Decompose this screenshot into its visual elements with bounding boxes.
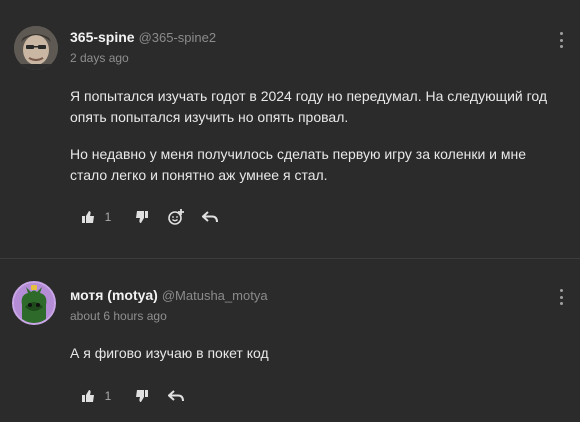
- like-count: 1: [104, 210, 112, 224]
- comment-paragraph: Я попытался изучать годот в 2024 году но…: [70, 88, 548, 125]
- author-handle[interactable]: @365-spine2: [139, 30, 217, 45]
- comment-item: 365-spine @365-spine2 2 days ago Я попыта…: [0, 0, 580, 258]
- comment-header: мотя (motya) @Matusha_motya: [70, 287, 268, 305]
- comment-item: мотя (motya) @Matusha_motya about 6 hours…: [0, 259, 580, 422]
- comment-actions: 1: [78, 386, 186, 406]
- comment-paragraph: Но недавно у меня получилось сделать пер…: [70, 146, 527, 183]
- reply-icon[interactable]: [200, 207, 220, 227]
- avatar[interactable]: [14, 26, 58, 70]
- emoji-add-icon[interactable]: [166, 207, 186, 227]
- author-handle[interactable]: @Matusha_motya: [162, 288, 268, 303]
- reply-icon[interactable]: [166, 386, 186, 406]
- comment-header: 365-spine @365-spine2: [70, 29, 216, 47]
- timestamp[interactable]: about 6 hours ago: [70, 309, 167, 323]
- author-name[interactable]: 365-spine: [70, 29, 135, 45]
- like-count: 1: [104, 389, 112, 403]
- comment-actions: 1: [78, 207, 220, 227]
- avatar[interactable]: [12, 281, 56, 325]
- comment-paragraph: А я фигово изучаю в покет код: [70, 345, 269, 361]
- thumbs-down-icon[interactable]: [132, 207, 152, 227]
- thumbs-down-icon[interactable]: [132, 386, 152, 406]
- more-vertical-icon[interactable]: [558, 32, 564, 48]
- timestamp[interactable]: 2 days ago: [70, 51, 129, 65]
- thumbs-up-icon[interactable]: [78, 386, 98, 406]
- author-name[interactable]: мотя (motya): [70, 287, 158, 303]
- thumbs-up-icon[interactable]: [78, 207, 98, 227]
- more-vertical-icon[interactable]: [558, 289, 564, 305]
